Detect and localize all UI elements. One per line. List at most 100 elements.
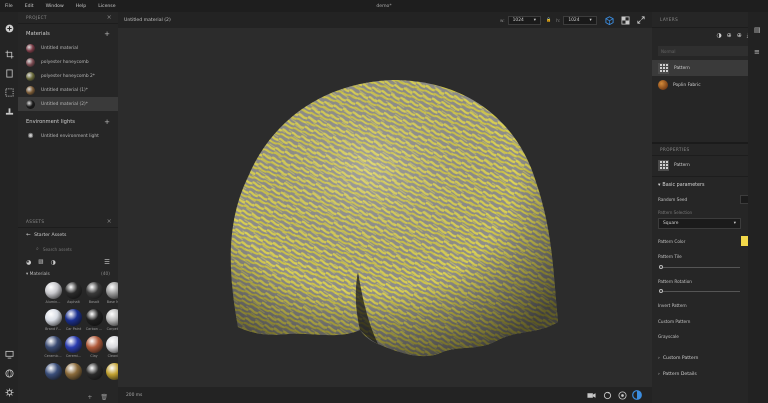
crop-icon[interactable]: [3, 48, 15, 60]
material-item[interactable]: Untitled material (2)*: [18, 97, 118, 111]
asset-tile[interactable]: Alumin...: [44, 280, 62, 307]
environment-section-title: Environment lights: [26, 119, 75, 125]
material-item-label: Untitled material (1)*: [41, 87, 88, 93]
chevron-down-icon: ▾: [733, 221, 736, 226]
asset-tile[interactable]: [65, 361, 83, 388]
asset-tile[interactable]: [85, 361, 103, 388]
environment-view-icon[interactable]: [617, 390, 627, 400]
project-header: PROJECT: [26, 15, 47, 20]
material-item[interactable]: polyester honeycomb: [18, 55, 118, 69]
environment-item[interactable]: ✺ Untitled environment light: [18, 129, 118, 143]
close-icon[interactable]: ×: [107, 14, 112, 21]
sliders-icon[interactable]: ≡: [754, 48, 760, 56]
material-layer-icon[interactable]: ◑: [716, 32, 721, 40]
viewport[interactable]: Untitled material (2) w: 1024 ▾ 🔒 h: 102…: [118, 12, 652, 403]
asset-tile[interactable]: Clay: [85, 334, 103, 361]
pattern-tile-slider[interactable]: [659, 265, 740, 269]
height-select[interactable]: 1024 ▾: [563, 15, 597, 25]
blend-mode-select[interactable]: Normal: [658, 46, 762, 56]
menu-help[interactable]: Help: [71, 4, 93, 9]
materials-section-title: Materials: [26, 31, 50, 37]
asset-label: Clay: [90, 354, 98, 358]
starter-assets-nav[interactable]: ← Starter Assets: [18, 228, 118, 242]
material-thumbnail: [26, 57, 35, 67]
document-icon[interactable]: ▤: [754, 26, 761, 34]
material-thumbnail: [26, 71, 35, 81]
screen-icon[interactable]: [3, 348, 15, 360]
slider-handle[interactable]: [659, 265, 663, 269]
asset-tile[interactable]: Ceremi...: [65, 334, 83, 361]
asset-tile[interactable]: [44, 361, 62, 388]
chevron-right-icon: ›: [658, 371, 660, 377]
image-filter-icon[interactable]: ▧: [38, 259, 43, 265]
asset-grid: Alumin... Asphalt Basalt Base M... Brand F..…: [18, 280, 123, 388]
material-item[interactable]: Untitled material (1)*: [18, 83, 118, 97]
asset-tile[interactable]: Carbon ...: [85, 307, 103, 334]
asset-sphere-thumbnail: [65, 363, 82, 380]
viewport-footer: 200 ms: [118, 387, 652, 403]
pattern-rotation-label: Pattern Rotation: [658, 279, 692, 284]
slider-handle[interactable]: [659, 289, 663, 293]
add-icon[interactable]: [3, 22, 15, 34]
material-ball-icon: [658, 80, 668, 90]
asset-label: Alumin...: [45, 300, 61, 304]
menu-edit[interactable]: Edit: [20, 4, 41, 9]
material-thumbnail: [26, 85, 35, 95]
asset-tile[interactable]: Brand F...: [44, 307, 62, 334]
select-area-icon[interactable]: [3, 86, 15, 98]
chevron-down-icon: ▾: [658, 182, 661, 188]
sphere-filter-icon[interactable]: ◕: [26, 259, 31, 266]
menu-license[interactable]: License: [93, 4, 122, 9]
asset-tile[interactable]: Basalt: [85, 280, 103, 307]
pattern-rotation-slider[interactable]: [659, 289, 740, 293]
pattern-selection-select[interactable]: Square ▾: [658, 218, 741, 229]
rotate-icon[interactable]: [602, 390, 612, 400]
add-asset-icon[interactable]: +: [87, 394, 92, 401]
search-placeholder: Search assets: [42, 246, 72, 252]
asset-sphere-thumbnail: [85, 363, 103, 380]
stamp-icon[interactable]: [3, 105, 15, 117]
tile-view-icon[interactable]: [620, 15, 630, 25]
right-toolbar: ▤ ≡: [748, 12, 768, 403]
asset-tile[interactable]: Asphalt: [65, 280, 83, 307]
asset-sphere-thumbnail: [65, 282, 82, 299]
add-layer-icon[interactable]: ⊕: [727, 32, 732, 40]
material-thumbnail: [26, 43, 35, 53]
light-toggle-icon[interactable]: [632, 390, 642, 400]
width-select[interactable]: 1024 ▾: [507, 15, 542, 25]
list-view-icon[interactable]: ☰: [104, 258, 110, 266]
menu-file[interactable]: File: [0, 4, 20, 9]
chevron-down-icon[interactable]: ▾: [26, 272, 28, 277]
asset-label: Car Paint: [65, 327, 82, 331]
light-filter-icon[interactable]: ◑: [50, 259, 55, 266]
close-icon[interactable]: ×: [107, 218, 112, 225]
add-environment-icon[interactable]: +: [104, 118, 110, 126]
height-value: 1024: [568, 17, 580, 23]
material-item-label: Untitled material: [41, 45, 79, 51]
asset-sphere-thumbnail: [44, 282, 62, 299]
pattern-tile-label: Pattern Tile: [658, 254, 682, 259]
link-icon[interactable]: 🔒: [546, 17, 551, 23]
add-fill-icon[interactable]: ⊕: [737, 32, 742, 40]
asset-tile[interactable]: Car Paint: [65, 307, 83, 334]
asset-sphere-thumbnail: [85, 309, 103, 326]
chevron-right-icon: ›: [658, 355, 660, 361]
menu-window[interactable]: Window: [41, 4, 71, 9]
delete-icon[interactable]: 🗑: [100, 394, 108, 401]
camera-icon[interactable]: [586, 390, 596, 400]
expand-icon[interactable]: [636, 15, 646, 25]
width-label: w:: [500, 17, 505, 23]
viewport-header: Untitled material (2) w: 1024 ▾ 🔒 h: 102…: [118, 12, 652, 28]
search-input[interactable]: ⌕ Search assets: [26, 244, 110, 254]
settings-icon[interactable]: [3, 386, 15, 398]
environment-item-label: Untitled environment light: [41, 133, 99, 139]
material-item[interactable]: Untitled material: [18, 41, 118, 55]
cube-view-icon[interactable]: [604, 15, 614, 25]
viewport-tab-title[interactable]: Untitled material (2): [124, 18, 171, 23]
frame-icon[interactable]: [3, 67, 15, 79]
material-item[interactable]: polyester honeycomb 2*: [18, 69, 118, 83]
globe-icon[interactable]: [3, 367, 15, 379]
asset-tile[interactable]: Ceramic...: [44, 334, 62, 361]
back-arrow-icon[interactable]: ←: [26, 232, 31, 238]
add-material-icon[interactable]: +: [104, 30, 110, 38]
